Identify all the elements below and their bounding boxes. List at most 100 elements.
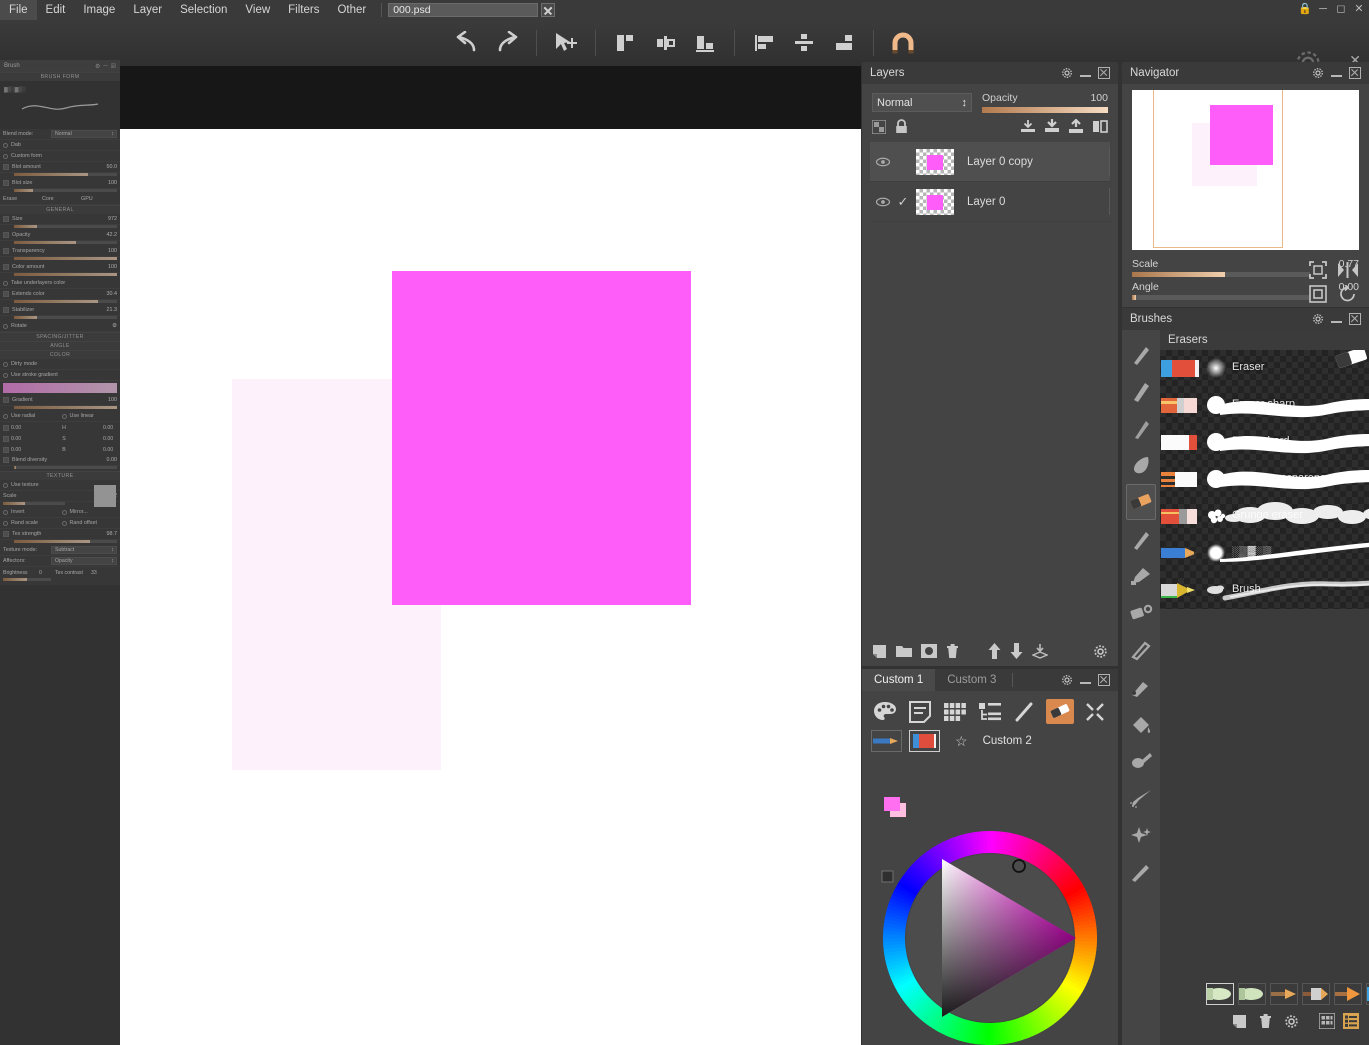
menu-view[interactable]: View bbox=[236, 0, 279, 20]
layer-opacity-control[interactable]: Opacity 100 bbox=[982, 92, 1108, 113]
list-item[interactable]: Grunge eraser bbox=[1160, 498, 1369, 535]
rotate-icon[interactable]: ⚙ bbox=[112, 323, 117, 329]
layer-tree-icon[interactable] bbox=[976, 699, 1004, 724]
preset-brush-3[interactable] bbox=[1270, 983, 1298, 1005]
grid-view-icon[interactable] bbox=[1319, 1013, 1335, 1029]
tools-icon[interactable] bbox=[1081, 699, 1109, 724]
layers-close-icon[interactable] bbox=[1098, 67, 1110, 79]
blend-diversity-row[interactable]: Blend diversity 0.00 bbox=[0, 455, 120, 466]
affectors-row[interactable]: Affectors: Opacity ↕ bbox=[0, 556, 120, 567]
gradient-toggle[interactable] bbox=[3, 397, 9, 403]
lock-icon[interactable]: 🔒 bbox=[1298, 2, 1312, 15]
align-center-v-button[interactable] bbox=[787, 26, 821, 60]
blend-mode-row[interactable]: Blend mode: Normal ↕ bbox=[0, 129, 120, 140]
extends-color-slider[interactable] bbox=[14, 300, 117, 303]
favorite-star-icon[interactable]: ☆ bbox=[955, 733, 968, 750]
transparency-row[interactable]: Transparency 100 bbox=[0, 246, 120, 257]
list-item[interactable]: Eraser trancparency bbox=[1160, 461, 1369, 498]
canvas-paper[interactable] bbox=[120, 129, 861, 1045]
mirror-radio[interactable] bbox=[61, 509, 67, 515]
sat-toggle[interactable] bbox=[3, 435, 9, 442]
delete-brush-icon[interactable] bbox=[1259, 1013, 1272, 1029]
color-amount-slider[interactable] bbox=[14, 273, 117, 276]
merge-up-icon[interactable] bbox=[1068, 119, 1084, 134]
reset-rotation-icon[interactable] bbox=[1337, 284, 1359, 304]
list-item[interactable]: Eraser bbox=[1160, 350, 1369, 387]
take-underlayers-color-row[interactable]: Take underlayers color bbox=[0, 278, 120, 289]
brush-stroke-icon[interactable] bbox=[1011, 699, 1039, 724]
use-linear-radio[interactable] bbox=[61, 413, 67, 419]
table-row[interactable]: Layer 0 copy bbox=[870, 142, 1110, 182]
blot-size-row[interactable]: Blot size 100 bbox=[0, 178, 120, 189]
fit-to-screen-icon[interactable] bbox=[1307, 260, 1329, 280]
move-layer-down-icon[interactable] bbox=[1010, 643, 1023, 659]
menu-layer[interactable]: Layer bbox=[124, 0, 171, 20]
brush-category-sidebar[interactable] bbox=[1122, 330, 1160, 1045]
brush-panel-gear-icon[interactable]: ⚙ bbox=[95, 63, 100, 70]
texture-rand-row[interactable]: Rand scale Rand offset bbox=[0, 518, 120, 529]
add-mask-icon[interactable] bbox=[921, 644, 937, 658]
rotate-radio[interactable] bbox=[3, 323, 8, 329]
navigator-minimize-icon[interactable] bbox=[1331, 68, 1342, 79]
size-slider[interactable] bbox=[14, 225, 117, 228]
form-buttons-row[interactable]: Erase Core GPU bbox=[0, 194, 120, 205]
blot-amount-row[interactable]: Blot amount 50.0 bbox=[0, 162, 120, 173]
align-right-button[interactable] bbox=[688, 26, 722, 60]
undo-button[interactable] bbox=[450, 26, 484, 60]
align-top-button[interactable] bbox=[747, 26, 781, 60]
brushes-gear-icon[interactable] bbox=[1312, 313, 1324, 325]
menu-selection[interactable]: Selection bbox=[171, 0, 236, 20]
merge-layer-icon[interactable] bbox=[1032, 643, 1048, 659]
stabilizer-row[interactable]: Stabilizer 21.3 bbox=[0, 305, 120, 316]
table-row[interactable]: ✓ Layer 0 bbox=[870, 182, 1110, 222]
size-toggle[interactable] bbox=[3, 216, 9, 222]
blot-size-slider[interactable] bbox=[14, 189, 117, 192]
navigator-preview[interactable] bbox=[1132, 90, 1359, 250]
color-wheel[interactable] bbox=[862, 779, 1118, 1045]
blend-diversity-toggle[interactable] bbox=[3, 457, 9, 463]
move-layer-up-icon[interactable] bbox=[988, 643, 1001, 659]
affectors-select[interactable]: Opacity ↕ bbox=[51, 557, 117, 565]
align-bottom-button[interactable] bbox=[827, 26, 861, 60]
blot-size-toggle[interactable] bbox=[3, 180, 9, 186]
brushes-close-icon[interactable] bbox=[1349, 313, 1361, 325]
color-amount-toggle[interactable] bbox=[3, 264, 9, 270]
eraser-icon[interactable] bbox=[1126, 484, 1156, 520]
brush-preset-row[interactable] bbox=[1198, 977, 1369, 1005]
layers-gear-icon[interactable] bbox=[1061, 67, 1073, 79]
menu-edit[interactable]: Edit bbox=[37, 0, 75, 20]
list-item[interactable]: Eraser sharp bbox=[1160, 387, 1369, 424]
actual-size-icon[interactable] bbox=[1307, 284, 1329, 304]
menu-file[interactable]: File bbox=[0, 0, 37, 20]
brushes-minimize-icon[interactable] bbox=[1331, 314, 1342, 325]
list-item[interactable]: Brush bbox=[1160, 572, 1369, 609]
blender-icon[interactable] bbox=[1126, 447, 1156, 483]
rand-scale-radio[interactable] bbox=[3, 520, 8, 526]
brush-soft-icon[interactable] bbox=[1126, 521, 1156, 557]
sparkle-icon[interactable] bbox=[1126, 817, 1156, 853]
foreground-color-swatch[interactable] bbox=[884, 797, 900, 811]
layer-visibility-icon[interactable] bbox=[876, 197, 890, 207]
texture-scale-slider[interactable] bbox=[3, 502, 65, 505]
maximize-icon[interactable]: ◻ bbox=[1334, 2, 1348, 15]
blot-amount-slider[interactable] bbox=[14, 173, 117, 176]
snap-magnet-button[interactable] bbox=[886, 26, 920, 60]
dirty-mode-row[interactable]: Dirty mode bbox=[0, 359, 120, 370]
minimize-icon[interactable]: ─ bbox=[1316, 3, 1330, 15]
custom-close-icon[interactable] bbox=[1098, 674, 1110, 686]
new-brush-icon[interactable] bbox=[1232, 1014, 1247, 1029]
close-document-icon[interactable] bbox=[541, 3, 556, 17]
texture-section-header[interactable]: TEXTURE bbox=[0, 471, 120, 480]
hsb-row-h[interactable]: 0.00 H 0.00 bbox=[0, 422, 120, 433]
brightness-slider[interactable] bbox=[3, 578, 51, 581]
size-row[interactable]: Size 972 bbox=[0, 214, 120, 225]
tex-strength-row[interactable]: Tex strength 98.7 bbox=[0, 529, 120, 540]
texture-scale-row[interactable]: Scale 67.2 bbox=[0, 485, 120, 507]
invert-radio[interactable] bbox=[3, 509, 8, 515]
rotate-row[interactable]: Rotate ⚙ bbox=[0, 321, 120, 332]
brush-settings-panel[interactable]: Brush ⚙ ─ ☒ BRUSH FORM ▓▒░▓▒░ Blend mode… bbox=[0, 60, 120, 585]
dirty-mode-radio[interactable] bbox=[3, 361, 8, 367]
delete-layer-icon[interactable] bbox=[946, 643, 959, 659]
tab-custom-3[interactable]: Custom 3 bbox=[935, 669, 1008, 691]
canvas-area[interactable] bbox=[120, 66, 861, 1045]
